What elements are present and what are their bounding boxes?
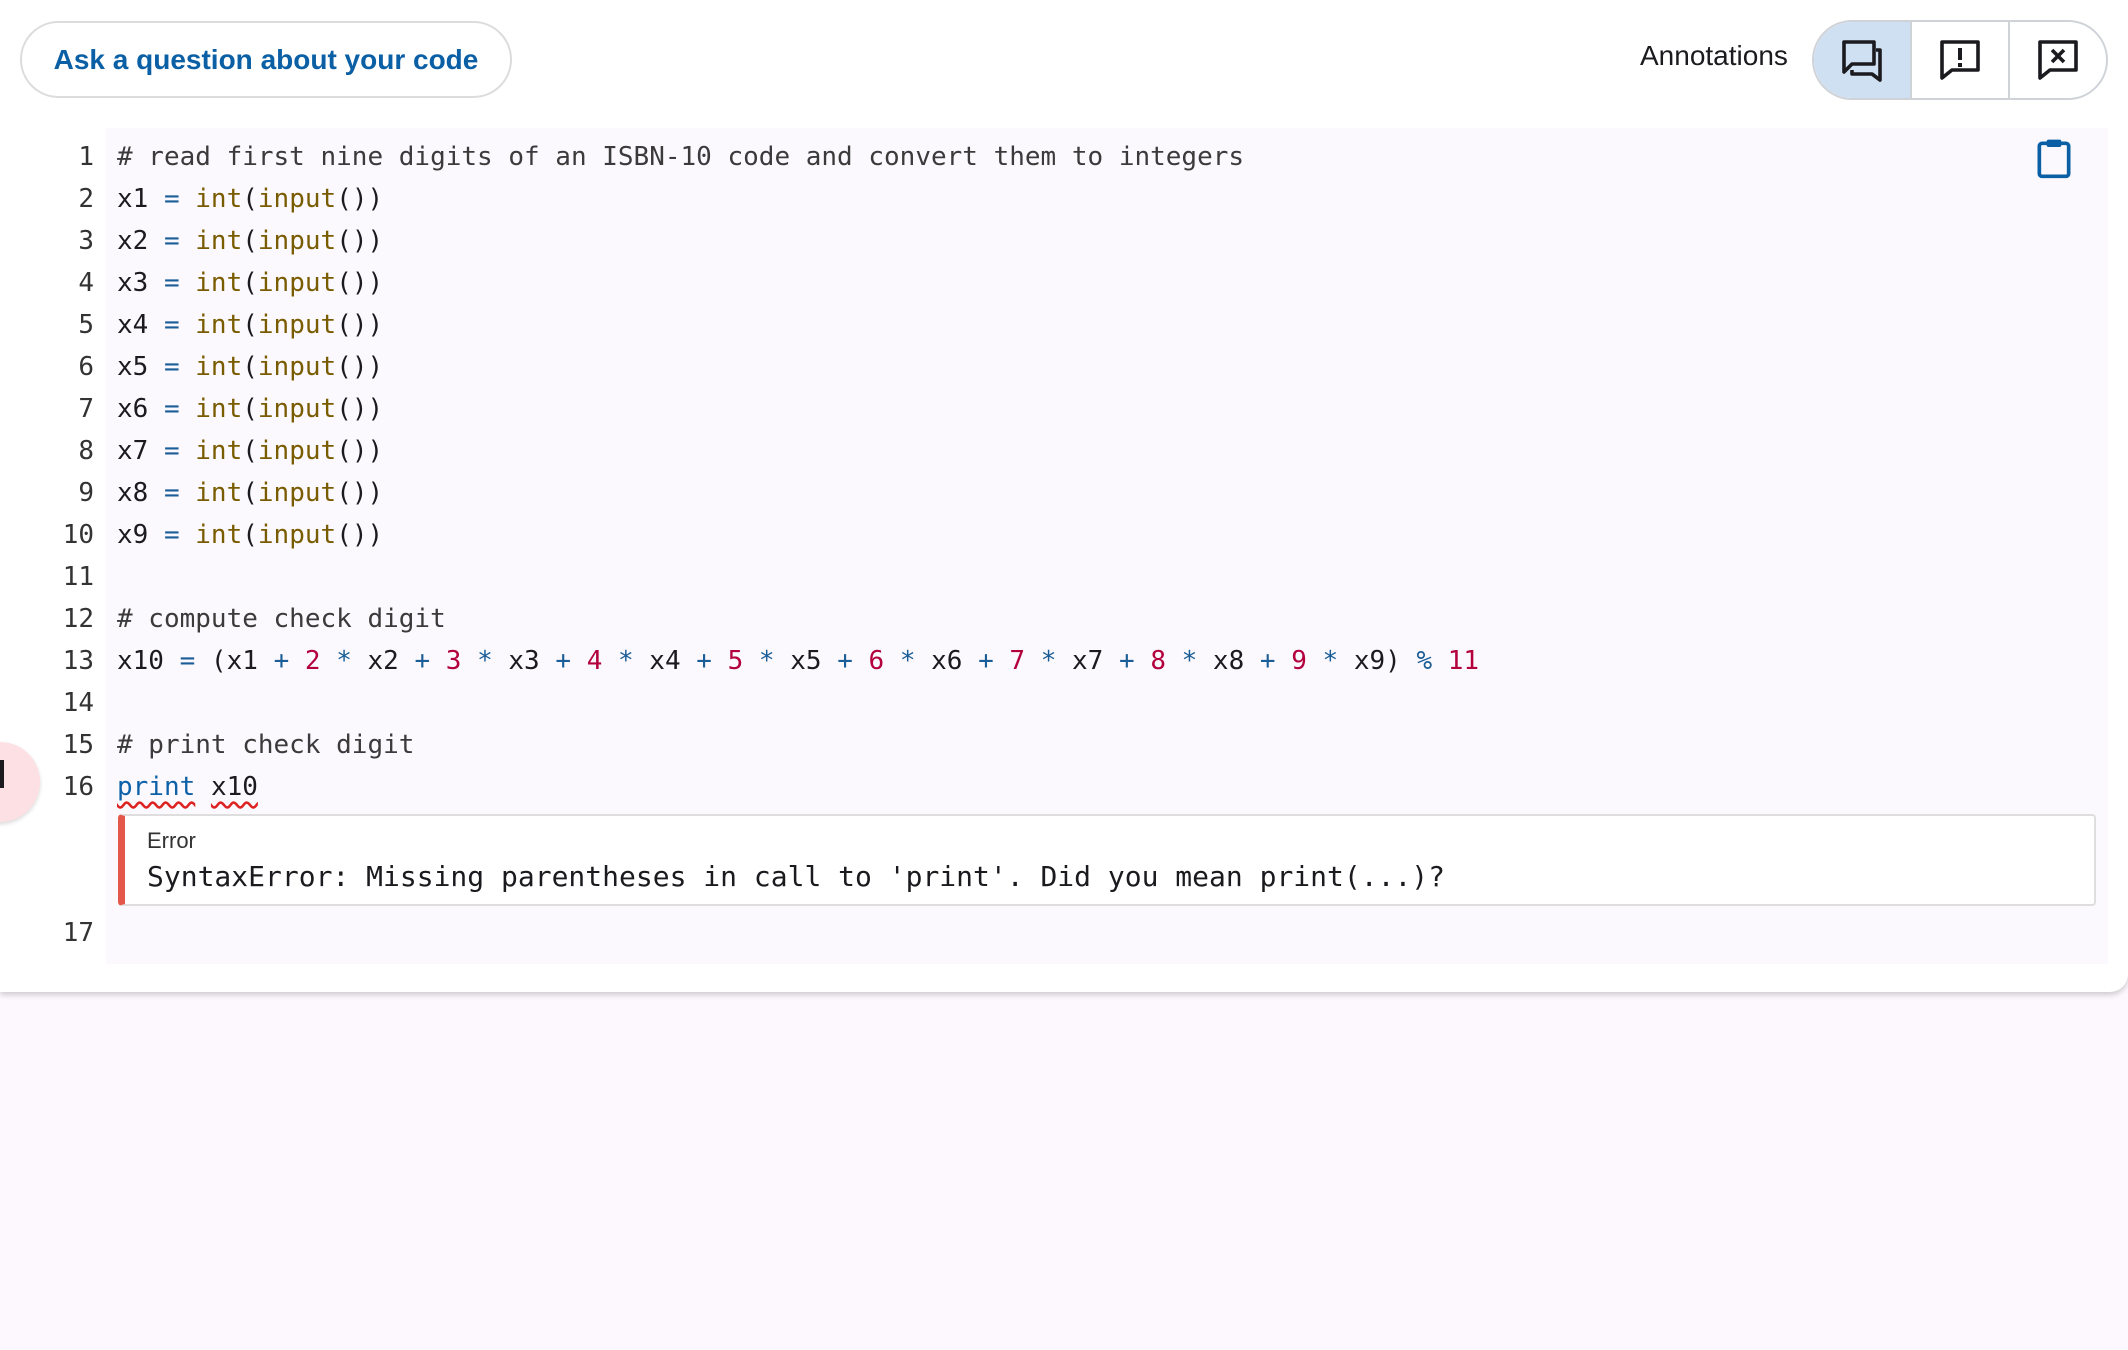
line-text: x7 = int(input()) bbox=[117, 436, 384, 466]
show-annotations-button[interactable] bbox=[1814, 22, 1912, 98]
code-editor[interactable]: 1 # read first nine digits of an ISBN-10… bbox=[0, 128, 2108, 964]
annotations-label: Annotations bbox=[1640, 40, 1788, 71]
line-number: 6 bbox=[78, 352, 94, 382]
code-line: 2 x1 = int(input()) bbox=[0, 178, 2108, 220]
line-text: x2 = int(input()) bbox=[117, 226, 384, 256]
line-text: x3 = int(input()) bbox=[117, 268, 384, 298]
line-number: 2 bbox=[78, 184, 94, 214]
line-number: 9 bbox=[78, 478, 94, 508]
code-line: 6 x5 = int(input()) bbox=[0, 346, 2108, 388]
code-line: 7 x6 = int(input()) bbox=[0, 388, 2108, 430]
ask-question-label: Ask a question about your code bbox=[53, 43, 479, 75]
annotations-toggle-group bbox=[1812, 20, 2108, 100]
line-number: 13 bbox=[62, 646, 94, 676]
line-text: # compute check digit bbox=[117, 604, 446, 634]
line-number: 8 bbox=[78, 436, 94, 466]
code-card: Ask a question about your code Annotatio… bbox=[0, 0, 2128, 992]
code-line: 15 # print check digit bbox=[0, 724, 2108, 766]
line-number: 10 bbox=[62, 520, 94, 550]
line-number: 11 bbox=[62, 562, 94, 592]
line-text: x1 = int(input()) bbox=[117, 184, 384, 214]
code-line: 11 bbox=[0, 556, 2108, 598]
code-line: 8 x7 = int(input()) bbox=[0, 430, 2108, 472]
comment-remove-icon bbox=[2038, 40, 2078, 80]
code-line: 14 bbox=[0, 682, 2108, 724]
code-line: 13 x10 = (x1 + 2 * x2 + 3 * x3 + 4 * x4 … bbox=[0, 640, 2108, 682]
line-text: x5 = int(input()) bbox=[117, 352, 384, 382]
comment-icon bbox=[1842, 40, 1882, 82]
line-text: x6 = int(input()) bbox=[117, 394, 384, 424]
code-line: 4 x3 = int(input()) bbox=[0, 262, 2108, 304]
line-text: print x10 bbox=[117, 772, 258, 802]
hide-annotations-button[interactable] bbox=[2010, 22, 2106, 98]
error-message: SyntaxError: Missing parentheses in call… bbox=[147, 860, 1446, 893]
line-number: 5 bbox=[78, 310, 94, 340]
line-text: x10 = (x1 + 2 * x2 + 3 * x3 + 4 * x4 + 5… bbox=[117, 646, 1480, 676]
code-line: 3 x2 = int(input()) bbox=[0, 220, 2108, 262]
code-line: 9 x8 = int(input()) bbox=[0, 472, 2108, 514]
copy-code-button[interactable] bbox=[2032, 136, 2076, 180]
marker-indicator bbox=[0, 760, 4, 788]
error-title: Error bbox=[147, 828, 196, 853]
code-line: 1 # read first nine digits of an ISBN-10… bbox=[0, 136, 2108, 178]
clipboard-icon bbox=[2037, 139, 2071, 179]
line-number: 4 bbox=[78, 268, 94, 298]
line-text: # print check digit bbox=[117, 730, 415, 760]
ask-question-button[interactable]: Ask a question about your code bbox=[20, 21, 512, 98]
code-line: 17 bbox=[0, 912, 2108, 954]
code-line: 5 x4 = int(input()) bbox=[0, 304, 2108, 346]
line-text: x9 = int(input()) bbox=[117, 520, 384, 550]
line-number: 12 bbox=[62, 604, 94, 634]
error-annotation: Error SyntaxError: Missing parentheses i… bbox=[118, 814, 2096, 906]
code-line: 10 x9 = int(input()) bbox=[0, 514, 2108, 556]
line-text: # read first nine digits of an ISBN-10 c… bbox=[117, 142, 1245, 172]
line-number: 1 bbox=[78, 142, 94, 172]
line-number: 7 bbox=[78, 394, 94, 424]
comment-alert-icon bbox=[1940, 40, 1980, 80]
code-line: 16 print x10 bbox=[0, 766, 2108, 808]
line-text: x4 = int(input()) bbox=[117, 310, 384, 340]
line-number: 3 bbox=[78, 226, 94, 256]
line-text: x8 = int(input()) bbox=[117, 478, 384, 508]
error-annotations-button[interactable] bbox=[1912, 22, 2010, 98]
code-line: 12 # compute check digit bbox=[0, 598, 2108, 640]
line-number: 17 bbox=[62, 918, 94, 948]
line-number: 14 bbox=[62, 688, 94, 718]
